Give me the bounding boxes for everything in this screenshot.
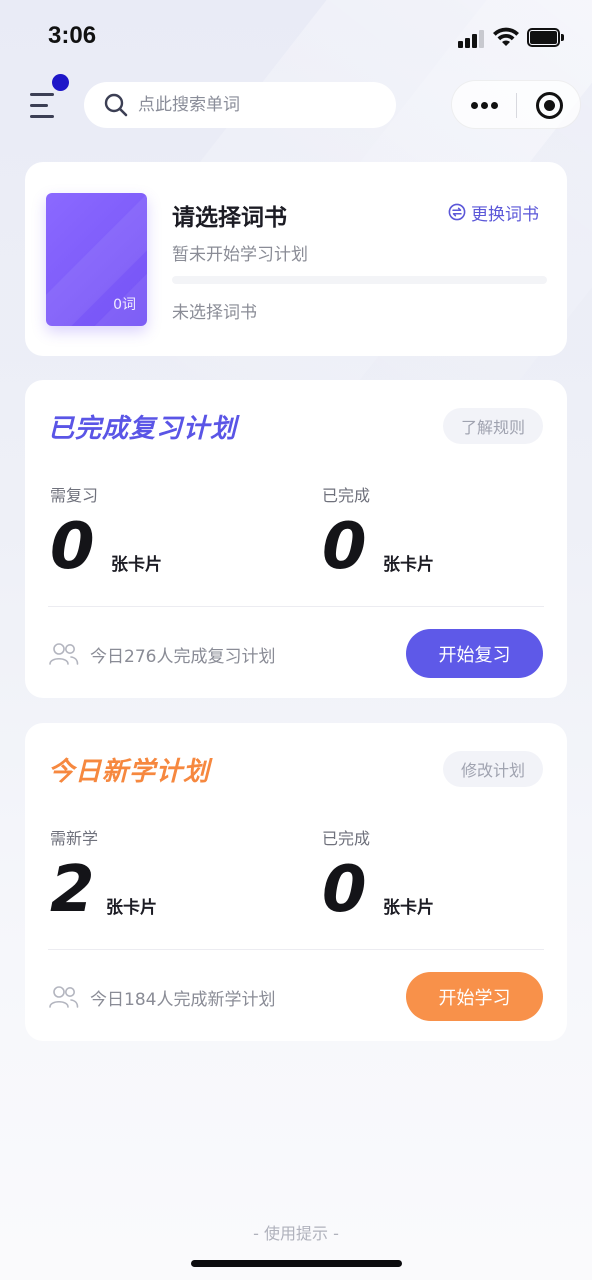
new-done-count: 0: [322, 853, 367, 927]
users-icon: [49, 986, 79, 1008]
start-learning-button[interactable]: 开始学习: [406, 972, 543, 1021]
new-need-stat: 需新学 2 张卡片: [50, 825, 157, 925]
review-footer-text: 今日276人完成复习计划: [90, 647, 276, 667]
new-footer-text: 今日184人完成新学计划: [90, 990, 276, 1010]
users-icon: [49, 643, 79, 665]
review-plan-title: 已完成复习计划: [48, 414, 238, 444]
review-plan-card: 已完成复习计划 了解规则 需复习 0 张卡片 已完成 0 张卡片 今日276人完…: [25, 380, 567, 698]
status-bar: 3:06: [0, 0, 592, 76]
more-options-button[interactable]: [452, 81, 516, 130]
new-plan-title: 今日新学计划: [48, 757, 211, 787]
search-bar[interactable]: [84, 82, 396, 128]
usage-tips-link[interactable]: - 使用提示 -: [0, 1220, 592, 1244]
new-need-count: 2: [50, 853, 95, 927]
study-progress-bar: [172, 276, 547, 284]
notification-dot: [52, 74, 69, 91]
mini-program-capsule: [451, 80, 581, 129]
review-need-unit: 张卡片: [111, 555, 162, 575]
divider: [48, 949, 544, 950]
rules-button[interactable]: 了解规则: [443, 408, 543, 444]
new-done-unit: 张卡片: [383, 898, 434, 918]
battery-icon: [527, 28, 565, 47]
capsule-divider: [516, 93, 517, 118]
review-need-label: 需复习: [50, 486, 99, 505]
word-book-card[interactable]: 0词 请选择词书 更换词书 暂未开始学习计划 未选择词书: [25, 162, 567, 356]
change-book-button[interactable]: 更换词书: [448, 200, 539, 225]
start-review-button[interactable]: 开始复习: [406, 629, 543, 678]
book-word-count: 0词: [113, 297, 136, 313]
search-input[interactable]: [138, 95, 378, 115]
divider: [48, 606, 544, 607]
edit-plan-button[interactable]: 修改计划: [443, 751, 543, 787]
review-done-unit: 张卡片: [383, 555, 434, 575]
menu-button[interactable]: [28, 88, 68, 122]
review-need-count: 0: [50, 510, 95, 584]
new-plan-card: 今日新学计划 修改计划 需新学 2 张卡片 已完成 0 张卡片 今日184人完成…: [25, 723, 567, 1041]
change-book-label: 更换词书: [471, 204, 539, 225]
swap-icon: [448, 203, 466, 221]
book-status: 未选择词书: [172, 303, 257, 323]
new-need-unit: 张卡片: [106, 898, 157, 918]
review-done-stat: 已完成 0 张卡片: [322, 482, 434, 582]
search-icon: [104, 93, 128, 117]
new-need-label: 需新学: [50, 829, 99, 848]
book-cover[interactable]: 0词: [46, 193, 147, 326]
book-title: 请选择词书: [172, 205, 287, 231]
home-indicator[interactable]: [191, 1260, 402, 1267]
new-done-stat: 已完成 0 张卡片: [322, 825, 434, 925]
new-done-label: 已完成: [322, 829, 371, 848]
review-done-label: 已完成: [322, 486, 371, 505]
review-need-stat: 需复习 0 张卡片: [50, 482, 162, 582]
cellular-signal-icon: [458, 30, 486, 48]
close-target-icon[interactable]: [536, 92, 563, 119]
book-subtitle: 暂未开始学习计划: [172, 245, 308, 265]
review-done-count: 0: [322, 510, 367, 584]
menu-icon: [30, 93, 54, 96]
wifi-icon: [493, 27, 519, 46]
status-time: 3:06: [48, 22, 97, 49]
